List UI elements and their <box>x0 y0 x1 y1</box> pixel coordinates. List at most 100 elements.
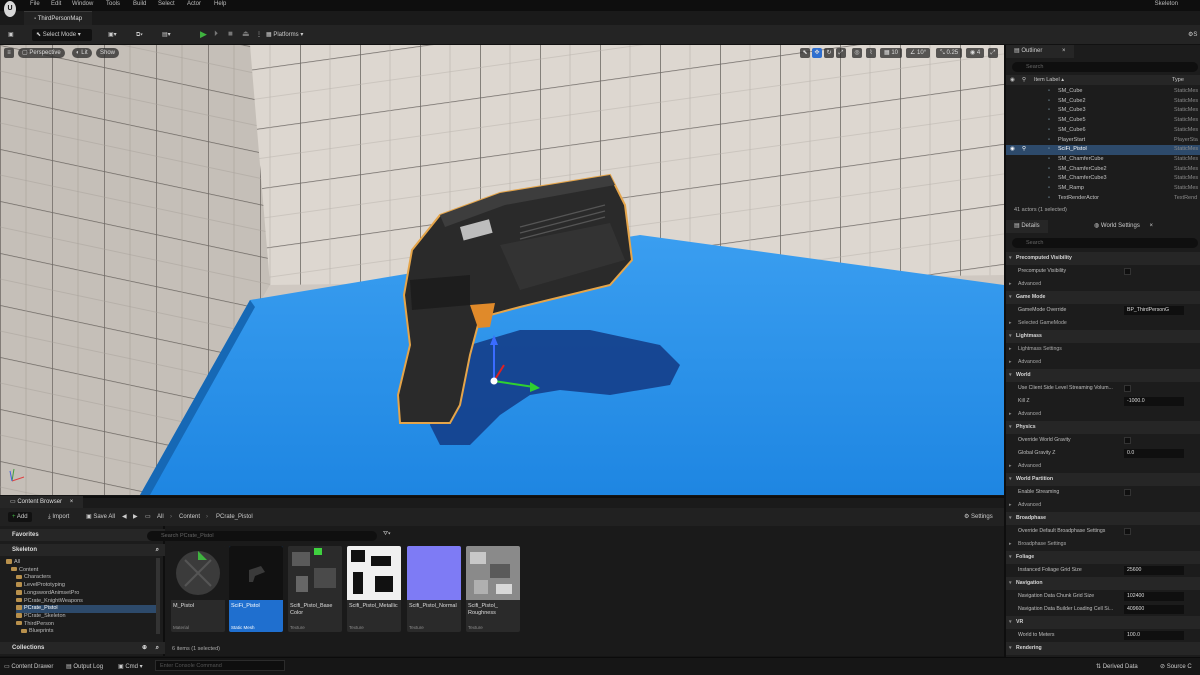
details-property-row[interactable]: Navigation Data Builder Loading Cell Si.… <box>1006 603 1200 616</box>
breadcrumb-content[interactable]: Content <box>175 512 204 522</box>
property-value-field[interactable]: 409600 <box>1124 605 1184 614</box>
details-property-row[interactable]: Enable Streaming <box>1006 486 1200 499</box>
details-property-row[interactable]: ▸ Advanced <box>1006 499 1200 512</box>
show-button[interactable]: Show <box>96 48 120 58</box>
property-value-field[interactable]: BP_ThirdPersonG <box>1124 306 1184 315</box>
details-search-input[interactable]: Search <box>1012 238 1198 248</box>
menu-help[interactable]: Help <box>214 0 226 9</box>
pin-icon[interactable]: ⚲ <box>1022 75 1026 85</box>
derived-data-button[interactable]: ⇅ Derived Data <box>1096 662 1138 672</box>
source-control-button[interactable]: ⊘ Source C <box>1160 662 1192 672</box>
eye-icon[interactable]: ◉ <box>1010 145 1015 155</box>
col-type[interactable]: Type <box>1172 75 1184 85</box>
menu-build[interactable]: Build <box>133 0 146 9</box>
world-settings-tab[interactable]: ◍ World Settings × <box>1086 220 1161 233</box>
filter-icon[interactable]: ⛛▾ <box>383 531 391 538</box>
menu-window[interactable]: Window <box>72 0 93 9</box>
details-section-header[interactable]: ▾ Game Mode <box>1006 291 1200 304</box>
col-item-label[interactable]: Item Label ▴ <box>1034 75 1064 85</box>
chevron-icon[interactable]: ▸ <box>1009 538 1012 551</box>
outliner-row[interactable]: ▫ SM_ChamferCube3 StaticMes <box>1006 174 1200 184</box>
console-command-input[interactable]: Enter Console Command <box>155 660 285 671</box>
folder-tree-item[interactable]: Content <box>11 567 38 575</box>
details-property-row[interactable]: Global Gravity Z 0.0 <box>1006 447 1200 460</box>
property-checkbox[interactable] <box>1124 528 1131 535</box>
output-log-button[interactable]: ▤ Output Log <box>66 662 103 672</box>
translate-tool-icon[interactable]: ✥ <box>812 48 822 58</box>
outliner-row[interactable]: ▫ SM_Cube StaticMes <box>1006 87 1200 97</box>
menu-edit[interactable]: Edit <box>51 0 61 9</box>
lit-button[interactable]: ◐ Lit <box>72 48 92 58</box>
asset-tile[interactable]: M_Pistol Material <box>171 546 225 632</box>
details-property-row[interactable]: Kill Z -1000.0 <box>1006 395 1200 408</box>
asset-tile[interactable]: Scifi_Pistol_ Roughness Texture <box>466 546 520 632</box>
chevron-icon[interactable]: ▸ <box>1009 460 1012 473</box>
folder-tree-item[interactable]: LongswordAnimsetPro <box>16 590 79 598</box>
settings-button[interactable]: ⚙S <box>1184 29 1200 41</box>
history-forward-icon[interactable]: ▶ <box>129 512 142 522</box>
details-property-row[interactable]: ▸ Advanced <box>1006 408 1200 421</box>
favorites-header[interactable]: Favorites⌕ <box>0 529 165 541</box>
outliner-row[interactable]: ▫ SciFi_Pistol StaticMes ◉ ⚲ <box>1006 145 1200 155</box>
chevron-icon[interactable]: ▾ <box>1009 551 1012 564</box>
property-checkbox[interactable] <box>1124 489 1131 496</box>
chevron-icon[interactable]: ▸ <box>1009 278 1012 291</box>
asset-tile[interactable]: Scifi_Pistol_Base Color Texture <box>288 546 342 632</box>
outliner-tab[interactable]: ▤ Outliner × <box>1006 45 1074 58</box>
details-section-header[interactable]: ▾ VR <box>1006 616 1200 629</box>
details-property-row[interactable]: Override World Gravity <box>1006 434 1200 447</box>
chevron-icon[interactable]: ▸ <box>1009 356 1012 369</box>
property-value-field[interactable]: 100.0 <box>1124 631 1184 640</box>
import-button[interactable]: ⤓ Import <box>44 512 73 522</box>
details-section-header[interactable]: ▾ Foliage <box>1006 551 1200 564</box>
details-section-header[interactable]: ▾ Physics <box>1006 421 1200 434</box>
details-property-row[interactable]: ▸ Broadphase Settings <box>1006 538 1200 551</box>
chevron-icon[interactable]: ▸ <box>1009 343 1012 356</box>
details-property-row[interactable]: ▸ Selected GameMode <box>1006 317 1200 330</box>
cinematics-icon[interactable]: ▤▾ <box>158 29 175 41</box>
folder-tree-item[interactable]: PCrate_KnightWeapons <box>16 598 83 606</box>
details-section-header[interactable]: ▾ Lightmass <box>1006 330 1200 343</box>
grid-snap-button[interactable]: ▦ 10 <box>880 48 903 58</box>
eye-icon[interactable]: ◉ <box>1010 75 1015 85</box>
outliner-row[interactable]: ▫ PlayerStart PlayerSta <box>1006 136 1200 146</box>
property-checkbox[interactable] <box>1124 268 1131 275</box>
chevron-icon[interactable]: ▸ <box>1009 499 1012 512</box>
asset-tile[interactable]: Scifi_Pistol_Metallic Texture <box>347 546 401 632</box>
details-property-row[interactable]: World to Meters 100.0 <box>1006 629 1200 642</box>
details-section-header[interactable]: ▾ Broadphase <box>1006 512 1200 525</box>
details-property-row[interactable]: ▸ Advanced <box>1006 460 1200 473</box>
rotation-snap-button[interactable]: ∠ 10° <box>906 48 931 58</box>
scale-snap-button[interactable]: ⤡ 0.25 <box>936 48 963 58</box>
content-drawer-button[interactable]: ▭ Content Drawer <box>4 662 53 672</box>
menu-actor[interactable]: Actor <box>187 0 201 9</box>
perspective-button[interactable]: ▢ Perspective <box>18 48 65 58</box>
chevron-icon[interactable]: ▾ <box>1009 577 1012 590</box>
chevron-icon[interactable]: ▾ <box>1009 252 1012 265</box>
viewport-scene[interactable] <box>0 45 1004 495</box>
chevron-icon[interactable]: ▾ <box>1009 330 1012 343</box>
menu-file[interactable]: File <box>30 0 40 9</box>
outliner-row[interactable]: ▫ SM_ChamferCube2 StaticMes <box>1006 165 1200 175</box>
folder-tree-item[interactable]: PCrate_Pistol <box>16 605 156 613</box>
outliner-search-input[interactable]: Search <box>1012 62 1198 72</box>
add-actor-icon[interactable]: ▣▾ <box>104 29 121 41</box>
save-all-button[interactable]: ▣ Save All <box>82 512 119 522</box>
search-icon[interactable]: ⌕ <box>156 544 159 556</box>
details-property-row[interactable]: Navigation Data Chunk Grid Size 102400 <box>1006 590 1200 603</box>
chevron-icon[interactable]: ▾ <box>1009 512 1012 525</box>
maximize-viewport-icon[interactable]: ⤢ <box>988 48 998 58</box>
folder-tree-item[interactable]: Characters <box>16 574 51 582</box>
chevron-icon[interactable]: ▾ <box>1009 642 1012 655</box>
search-icon[interactable]: ⌕ <box>156 642 159 654</box>
outliner-row[interactable]: ▫ TextRenderActor TextRend <box>1006 194 1200 204</box>
chevron-icon[interactable]: ▸ <box>1009 408 1012 421</box>
chevron-icon[interactable]: ▾ <box>1009 369 1012 382</box>
camera-speed-button[interactable]: ◉ 4 <box>966 48 985 58</box>
details-property-row[interactable]: ▸ Advanced <box>1006 278 1200 291</box>
platforms-button[interactable]: ▦ Platforms ▾ <box>262 29 307 41</box>
menu-tools[interactable]: Tools <box>106 0 120 9</box>
outliner-row[interactable]: ▫ SM_Cube6 StaticMes <box>1006 126 1200 136</box>
chevron-icon[interactable]: ▸ <box>1009 317 1012 330</box>
property-checkbox[interactable] <box>1124 385 1131 392</box>
